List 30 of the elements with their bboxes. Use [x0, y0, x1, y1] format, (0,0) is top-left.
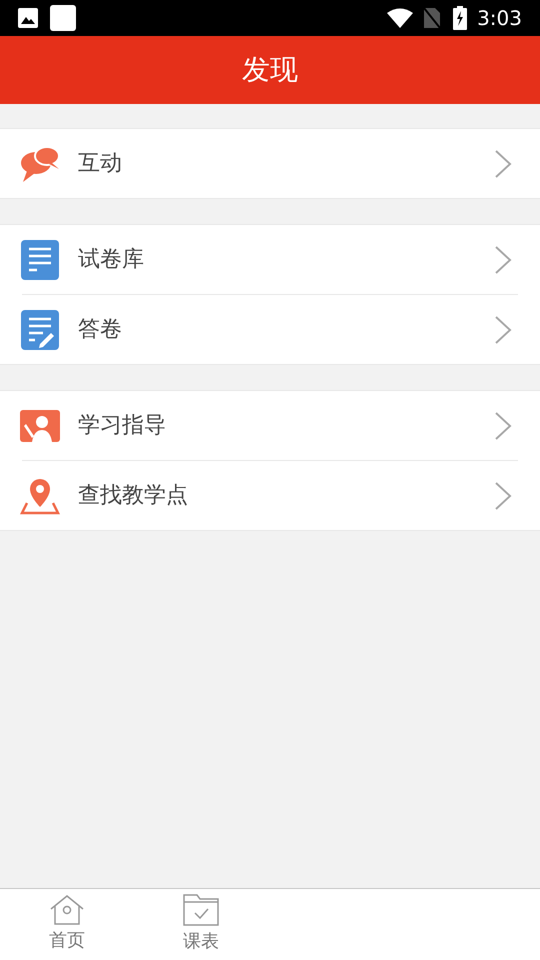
- menu-item-label: 互动: [78, 150, 123, 178]
- menu-item[interactable]: 答卷: [0, 295, 540, 364]
- menu-item[interactable]: 互动: [0, 129, 540, 198]
- presenter-icon: [20, 410, 60, 442]
- chevron-right-icon: [494, 480, 512, 510]
- chevron-right-icon: [494, 148, 512, 178]
- folder-check-icon: [183, 894, 219, 926]
- menu-item-label: 学习指导: [78, 412, 167, 440]
- wifi-icon: [387, 8, 414, 28]
- tab-button[interactable]: 首页: [0, 889, 134, 960]
- tab-button[interactable]: 课表: [134, 889, 268, 960]
- menu-item[interactable]: 试卷库: [0, 225, 540, 294]
- page-title: 发现: [242, 52, 298, 88]
- home-icon: [49, 895, 85, 925]
- menu-item-label: 试卷库: [78, 246, 145, 274]
- clock-time: 3:03: [477, 5, 522, 32]
- map-pin-icon: [20, 476, 60, 514]
- notification-icon: [50, 5, 76, 31]
- menu-item[interactable]: 学习指导: [0, 391, 540, 460]
- image-icon: [18, 8, 38, 28]
- battery-charging-icon: [453, 6, 468, 30]
- document-icon: [21, 240, 59, 280]
- chevron-right-icon: [494, 410, 512, 440]
- menu-item-label: 答卷: [78, 316, 123, 344]
- document-pencil-icon: [21, 310, 59, 350]
- menu-item[interactable]: 查找教学点: [0, 461, 540, 530]
- chevron-right-icon: [494, 244, 512, 274]
- chevron-right-icon: [494, 314, 512, 344]
- menu-item-label: 查找教学点: [78, 482, 189, 510]
- no-sim-icon: [423, 7, 442, 29]
